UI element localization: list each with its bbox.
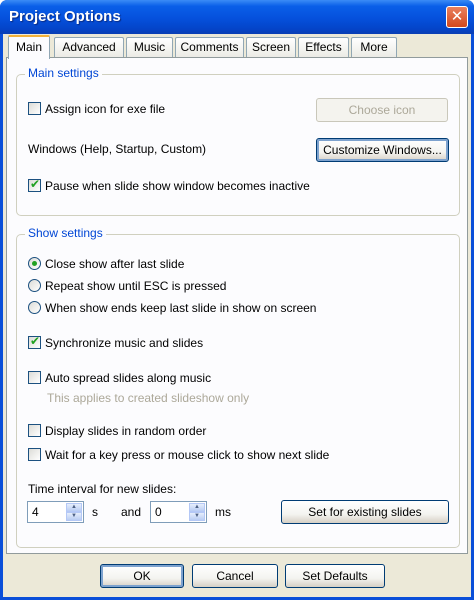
wait-key-checkbox[interactable]: Wait for a key press or mouse click to s…	[28, 448, 329, 462]
tab-label: Comments	[180, 40, 239, 54]
close-icon: ✕	[450, 8, 464, 25]
set-existing-slides-button[interactable]: Set for existing slides	[281, 500, 449, 524]
assign-icon-box[interactable]	[28, 102, 41, 115]
auto-spread-checkbox[interactable]: Auto spread slides along music	[28, 371, 211, 385]
radio-keep-last-slide[interactable]: When show ends keep last slide in show o…	[28, 301, 316, 315]
tab-label: Main	[15, 40, 42, 54]
seconds-spin-buttons: ▲ ▼	[66, 503, 82, 521]
ms-spin-buttons: ▲ ▼	[189, 503, 205, 521]
seconds-value[interactable]: 4	[32, 505, 39, 519]
wait-key-label: Wait for a key press or mouse click to s…	[45, 448, 330, 462]
tab-music[interactable]: Music	[126, 37, 173, 57]
tab-more[interactable]: More	[351, 37, 397, 57]
main-settings-title: Main settings	[25, 66, 102, 80]
tab-effects[interactable]: Effects	[298, 37, 349, 57]
interval-label: Time interval for new slides:	[28, 482, 177, 496]
tab-screen[interactable]: Screen	[246, 37, 296, 57]
seconds-up-icon[interactable]: ▲	[66, 503, 82, 512]
random-order-checkbox[interactable]: Display slides in random order	[28, 424, 206, 438]
and-label: and	[121, 505, 142, 519]
tab-main[interactable]: Main	[8, 35, 50, 59]
cancel-button[interactable]: Cancel	[192, 564, 278, 588]
radio-close-show-label: Close show after last slide	[45, 257, 185, 271]
tab-label: Screen	[251, 40, 291, 54]
window-title: Project Options	[9, 8, 121, 25]
radio-repeat-show-label: Repeat show until ESC is pressed	[45, 279, 227, 293]
assign-icon-checkbox[interactable]: Assign icon for exe file	[28, 102, 165, 116]
customize-windows-button[interactable]: Customize Windows...	[316, 138, 449, 162]
tab-panel-main: Main settings Assign icon for exe file C…	[6, 57, 468, 554]
choose-icon-button[interactable]: Choose icon	[316, 98, 448, 122]
ok-button[interactable]: OK	[100, 564, 184, 588]
pause-inactive-box[interactable]	[28, 177, 41, 192]
windows-label: Windows (Help, Startup, Custom)	[28, 142, 207, 156]
ms-unit: ms	[215, 505, 231, 519]
seconds-down-icon[interactable]: ▼	[66, 512, 82, 521]
ms-up-icon[interactable]: ▲	[189, 503, 205, 512]
seconds-unit: s	[92, 505, 98, 519]
ms-value[interactable]: 0	[155, 505, 162, 519]
main-settings-group: Main settings Assign icon for exe file C…	[16, 66, 460, 216]
radio-keep-last-slide-dot[interactable]	[28, 301, 41, 314]
wait-key-box[interactable]	[28, 448, 41, 461]
pause-inactive-checkbox[interactable]: Pause when slide show window becomes ina…	[28, 177, 310, 193]
sync-music-box[interactable]	[28, 334, 41, 349]
random-order-box[interactable]	[28, 424, 41, 437]
title-bar[interactable]: Project Options ✕	[0, 0, 474, 34]
tab-label: Music	[133, 40, 166, 54]
show-settings-title: Show settings	[25, 226, 106, 240]
show-settings-group: Show settings Close show after last slid…	[16, 226, 460, 548]
tab-comments[interactable]: Comments	[175, 37, 244, 57]
tab-label: Effects	[305, 40, 342, 54]
radio-repeat-show-dot[interactable]	[28, 279, 41, 292]
project-options-window: Project Options ✕ Main Advanced Music Co…	[0, 0, 474, 600]
sync-music-checkbox[interactable]: Synchronize music and slides	[28, 334, 204, 350]
auto-spread-hint: This applies to created slideshow only	[47, 391, 250, 405]
radio-repeat-show[interactable]: Repeat show until ESC is pressed	[28, 279, 226, 293]
ms-down-icon[interactable]: ▼	[189, 512, 205, 521]
auto-spread-label: Auto spread slides along music	[45, 371, 212, 385]
dialog-body: Main Advanced Music Comments Screen Effe…	[3, 34, 471, 597]
assign-icon-label: Assign icon for exe file	[45, 102, 166, 116]
sync-music-label: Synchronize music and slides	[45, 336, 204, 350]
radio-close-show-dot[interactable]	[28, 257, 41, 270]
random-order-label: Display slides in random order	[45, 424, 207, 438]
radio-keep-last-slide-label: When show ends keep last slide in show o…	[45, 301, 317, 315]
seconds-spinner[interactable]: 4 ▲ ▼	[27, 501, 84, 523]
tab-label: More	[360, 40, 388, 54]
pause-inactive-label: Pause when slide show window becomes ina…	[45, 179, 310, 193]
tab-advanced[interactable]: Advanced	[54, 37, 124, 57]
tab-label: Advanced	[62, 40, 116, 54]
ms-spinner[interactable]: 0 ▲ ▼	[150, 501, 207, 523]
auto-spread-box[interactable]	[28, 371, 41, 384]
close-button[interactable]: ✕	[446, 6, 468, 28]
radio-close-show[interactable]: Close show after last slide	[28, 257, 184, 271]
set-defaults-button[interactable]: Set Defaults	[285, 564, 385, 588]
